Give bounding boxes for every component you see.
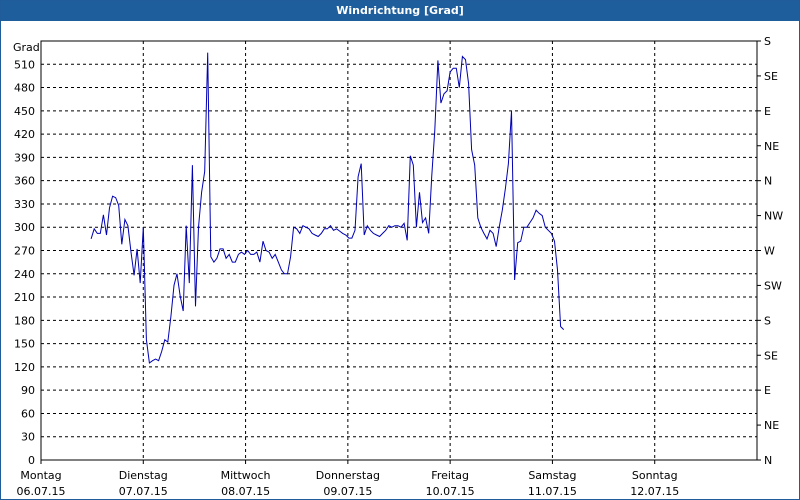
x-tick-day: Donnerstag <box>316 469 380 482</box>
y-tick-label: 0 <box>28 454 35 467</box>
chart-window: Windrichtung [Grad] 0 30 60 90 120 150 180 210 2… <box>0 0 800 500</box>
x-tick-date: 09.07.15 <box>323 485 372 498</box>
x-tick-date: 11.07.15 <box>528 485 577 498</box>
right-tick-label: W <box>764 245 775 258</box>
y-tick-label: 450 <box>14 105 35 118</box>
y-tick-label: 330 <box>14 198 35 211</box>
right-tick-label: E <box>764 384 771 397</box>
chart-svg: 0 30 60 90 120 150 180 210 240 270 300 330 360 390 420… <box>13 35 783 498</box>
right-tick-label: NE <box>764 419 779 432</box>
y-axis-label: Grad <box>13 41 40 54</box>
right-tick-label: SE <box>764 70 778 83</box>
x-tick-date: 12.07.15 <box>630 485 679 498</box>
x-tick-date: 06.07.15 <box>17 485 66 498</box>
x-tick-day: Montag <box>20 469 61 482</box>
right-tick-label: SW <box>764 279 782 292</box>
series-line-wind-direction <box>90 52 565 364</box>
y-tick-label: 480 <box>14 82 35 95</box>
x-tick-date: 10.07.15 <box>426 485 475 498</box>
x-tick-day: Samstag <box>528 469 576 482</box>
right-tick-label: NW <box>764 210 783 223</box>
y-tick-label: 30 <box>21 431 35 444</box>
x-tick-day: Sonntag <box>632 469 678 482</box>
y-tick-label: 210 <box>14 291 35 304</box>
y-tick-label: 150 <box>14 338 35 351</box>
right-tick-label: N <box>764 175 772 188</box>
y-tick-label: 420 <box>14 128 35 141</box>
y-tick-label: 270 <box>14 245 35 258</box>
y-tick-label: 240 <box>14 268 35 281</box>
y-tick-label: 510 <box>14 58 35 71</box>
x-tick-day: Mittwoch <box>221 469 271 482</box>
left-axis-ticks: 0 30 60 90 120 150 180 210 240 270 300 330 360 390 420… <box>14 58 35 467</box>
y-tick-label: 390 <box>14 151 35 164</box>
y-tick-label: 360 <box>14 175 35 188</box>
y-tick-label: 60 <box>21 407 35 420</box>
x-tick-day: Freitag <box>431 469 469 482</box>
y-tick-label: 180 <box>14 314 35 327</box>
y-tick-label: 90 <box>21 384 35 397</box>
x-tick-day: Dienstag <box>119 469 168 482</box>
right-tick-label: N <box>764 454 772 467</box>
right-tick-label: S <box>764 35 771 48</box>
grid <box>41 41 757 460</box>
right-tick-label: NE <box>764 140 779 153</box>
right-axis-ticks: S SE E NE N NW W SW S SE E NE N <box>757 35 783 467</box>
x-axis-ticks: Montag 06.07.15 Dienstag 07.07.15 Mittwoch 08… <box>17 460 679 498</box>
x-tick-date: 07.07.15 <box>119 485 168 498</box>
y-tick-label: 120 <box>14 361 35 374</box>
right-tick-label: SE <box>764 349 778 362</box>
y-tick-label: 300 <box>14 221 35 234</box>
x-tick-date: 08.07.15 <box>221 485 270 498</box>
right-tick-label: S <box>764 314 771 327</box>
right-tick-label: E <box>764 105 771 118</box>
